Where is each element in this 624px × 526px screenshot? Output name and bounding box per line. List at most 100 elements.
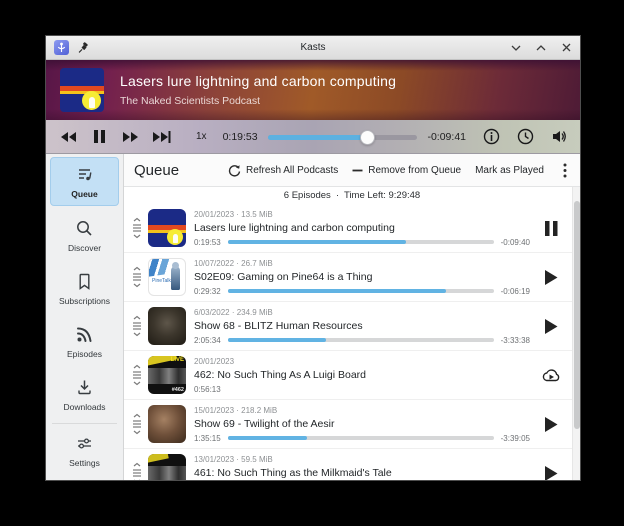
episode-elapsed: 0:19:53 bbox=[194, 237, 221, 247]
episode-elapsed: 0:56:13 bbox=[194, 384, 221, 394]
drag-handle-icon[interactable] bbox=[130, 217, 144, 239]
sidebar-item-downloads[interactable]: Downloads bbox=[50, 371, 119, 418]
mark-as-played-button[interactable]: Mark as Played bbox=[475, 165, 544, 176]
sidebar-item-label: Downloads bbox=[63, 402, 106, 412]
drag-handle-icon[interactable] bbox=[130, 315, 144, 337]
queue-summary: 6 Episodes · Time Left: 9:29:48 bbox=[124, 187, 580, 204]
episode-row[interactable]: PineTalk 10/07/2022 · 26.7 MiB S02E09: G… bbox=[124, 253, 572, 302]
sidebar-item-label: Subscriptions bbox=[58, 296, 111, 306]
play-episode-button[interactable] bbox=[538, 313, 564, 339]
close-button[interactable] bbox=[560, 42, 572, 54]
queue-page: Queue Refresh All Podcasts Remove from Q… bbox=[124, 154, 580, 480]
sidebar-item-discover[interactable]: Discover bbox=[50, 212, 119, 259]
remove-label: Remove from Queue bbox=[368, 164, 462, 176]
title-bar: Kasts bbox=[46, 36, 580, 60]
thumb-label: LIVE bbox=[170, 357, 184, 363]
play-episode-button[interactable] bbox=[538, 411, 564, 437]
minimize-button[interactable] bbox=[510, 42, 522, 54]
maximize-button[interactable] bbox=[535, 42, 547, 54]
episode-title: Show 69 - Twilight of the Aesir bbox=[194, 417, 335, 430]
scrollbar-track[interactable] bbox=[572, 187, 580, 480]
minus-icon bbox=[352, 169, 363, 171]
sidebar-item-settings[interactable]: Settings bbox=[50, 427, 119, 474]
episodes-count: 6 Episodes bbox=[283, 190, 331, 201]
sidebar-item-label: Settings bbox=[69, 458, 100, 468]
seek-slider[interactable] bbox=[267, 129, 418, 145]
episode-progress-bar bbox=[227, 436, 494, 440]
episode-row[interactable]: 13/01/2023 · 59.5 MiB 461: No Such Thing… bbox=[124, 449, 572, 480]
scrollbar-thumb[interactable] bbox=[574, 201, 580, 429]
sidebar-item-label: Queue bbox=[71, 189, 98, 199]
episode-artwork bbox=[148, 307, 186, 345]
download-icon bbox=[78, 380, 91, 395]
episode-title: 461: No Such Thing as the Milkmaid's Tal… bbox=[194, 466, 392, 479]
player-bar: 1x 0:19:53 -0:09:41 bbox=[46, 120, 580, 154]
episode-remaining: -3:33:38 bbox=[500, 335, 530, 345]
episode-artwork bbox=[148, 209, 186, 247]
thumb-label: PineTalk bbox=[152, 278, 171, 284]
sleep-timer-icon[interactable] bbox=[517, 128, 534, 145]
volume-icon[interactable] bbox=[551, 128, 568, 145]
episode-artwork bbox=[148, 405, 186, 443]
skip-forward-button[interactable] bbox=[151, 129, 171, 145]
episode-remaining: -0:09:40 bbox=[500, 237, 530, 247]
pause-button[interactable] bbox=[89, 129, 109, 145]
drag-handle-icon[interactable] bbox=[130, 462, 144, 480]
episode-remaining: -3:39:05 bbox=[500, 433, 530, 443]
sidebar-item-queue[interactable]: Queue bbox=[50, 157, 119, 206]
episode-row[interactable]: 6/03/2022 · 234.9 MiB Show 68 - BLITZ Hu… bbox=[124, 302, 572, 351]
seek-handle[interactable] bbox=[360, 129, 375, 145]
remove-from-queue-button[interactable]: Remove from Queue bbox=[352, 165, 461, 176]
info-icon[interactable] bbox=[483, 128, 500, 145]
drag-handle-icon[interactable] bbox=[130, 413, 144, 435]
episode-elapsed: 2:05:34 bbox=[194, 335, 221, 345]
sidebar-separator bbox=[52, 423, 117, 424]
rss-icon bbox=[77, 327, 92, 342]
episode-progress-bar bbox=[227, 338, 494, 342]
refresh-all-podcasts-button[interactable]: Refresh All Podcasts bbox=[228, 164, 338, 177]
now-playing-header[interactable]: Lasers lure lightning and carbon computi… bbox=[46, 60, 580, 120]
elapsed-time: 0:19:53 bbox=[222, 130, 258, 143]
window-title: Kasts bbox=[300, 42, 326, 53]
episode-elapsed: 0:29:32 bbox=[194, 286, 221, 296]
play-episode-button[interactable] bbox=[538, 460, 564, 480]
episode-remaining: -0:06:19 bbox=[500, 286, 530, 296]
episode-row[interactable]: LIVE #462 20/01/2023 462: No Such Thing … bbox=[124, 351, 572, 400]
playlist-icon bbox=[79, 169, 92, 181]
stream-episode-button[interactable] bbox=[538, 362, 564, 388]
refresh-label: Refresh All Podcasts bbox=[245, 164, 339, 176]
sidebar: Queue Discover Subscriptions Episodes Do… bbox=[46, 154, 124, 480]
drag-handle-icon[interactable] bbox=[130, 266, 144, 288]
bookmark-icon bbox=[79, 273, 90, 290]
episode-row[interactable]: 15/01/2023 · 218.2 MiB Show 69 - Twiligh… bbox=[124, 400, 572, 449]
now-playing-title: Lasers lure lightning and carbon computi… bbox=[120, 73, 397, 89]
sidebar-item-subscriptions[interactable]: Subscriptions bbox=[50, 265, 119, 312]
skip-back-button[interactable] bbox=[58, 129, 78, 145]
episode-meta: 13/01/2023 · 59.5 MiB bbox=[194, 454, 273, 464]
episode-meta: 15/01/2023 · 218.2 MiB bbox=[194, 405, 278, 415]
episode-artwork: PineTalk bbox=[148, 258, 186, 296]
episode-row[interactable]: 20/01/2023 · 13.5 MiB Lasers lure lightn… bbox=[124, 204, 572, 253]
drag-handle-icon[interactable] bbox=[130, 364, 144, 386]
page-toolbar: Queue Refresh All Podcasts Remove from Q… bbox=[124, 154, 580, 187]
episode-progress-bar bbox=[227, 289, 494, 293]
episode-elapsed: 1:35:15 bbox=[194, 433, 221, 443]
mark-played-label: Mark as Played bbox=[475, 164, 544, 176]
sidebar-item-label: Discover bbox=[67, 243, 102, 253]
episode-artwork bbox=[148, 454, 186, 480]
overflow-menu-icon[interactable] bbox=[558, 162, 572, 178]
thumb-label: #462 bbox=[171, 387, 184, 393]
pause-episode-button[interactable] bbox=[538, 215, 564, 241]
summary-separator: · bbox=[335, 190, 339, 201]
playback-speed[interactable]: 1x bbox=[196, 131, 207, 142]
search-icon bbox=[77, 221, 92, 236]
episode-meta: 20/01/2023 · 13.5 MiB bbox=[194, 209, 273, 219]
podcast-artwork bbox=[60, 68, 104, 112]
sidebar-item-episodes[interactable]: Episodes bbox=[50, 318, 119, 365]
play-episode-button[interactable] bbox=[538, 264, 564, 290]
episode-list: 20/01/2023 · 13.5 MiB Lasers lure lightn… bbox=[124, 204, 580, 480]
fast-forward-button[interactable] bbox=[120, 129, 140, 145]
kasts-window: Kasts Lasers lure lightning and carbon c… bbox=[45, 35, 581, 481]
refresh-icon bbox=[228, 164, 241, 177]
episode-progress-bar bbox=[227, 240, 494, 244]
